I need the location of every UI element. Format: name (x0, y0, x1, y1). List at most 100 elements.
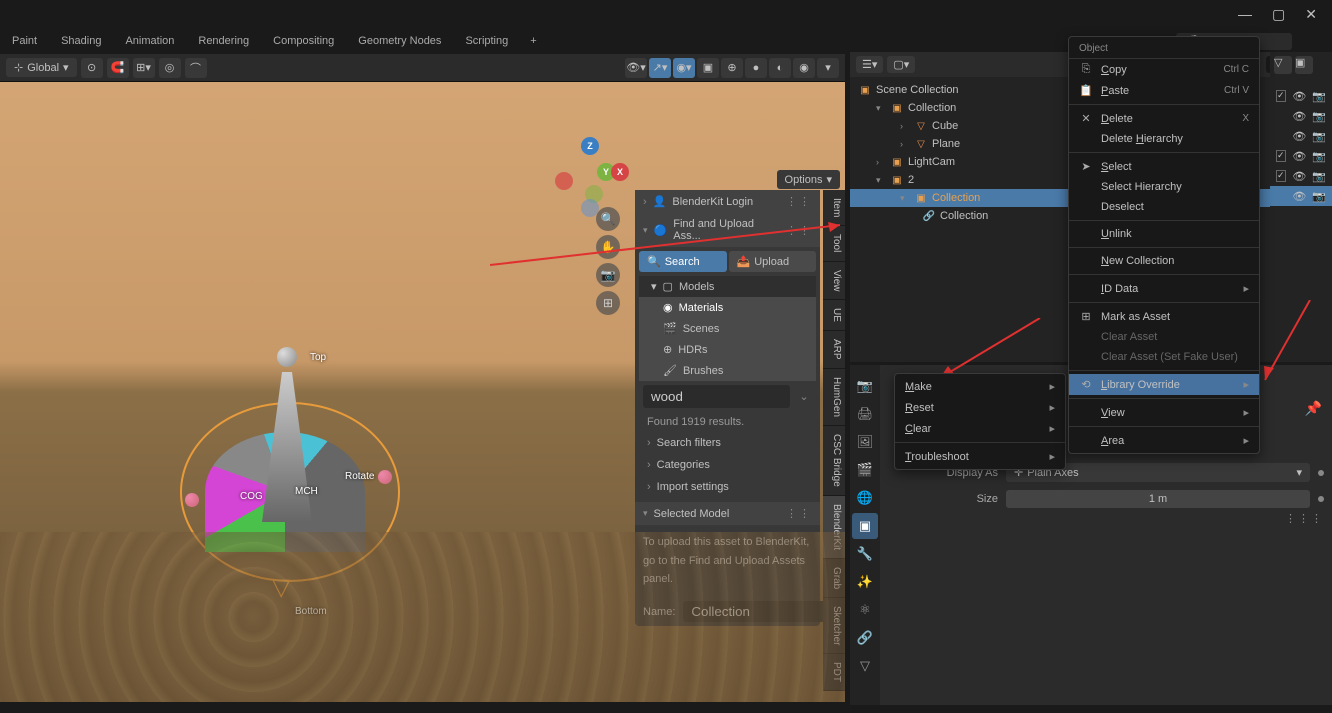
ntab-cscbridge[interactable]: CSC Bridge (823, 426, 845, 496)
size-input[interactable]: 1 m (1006, 490, 1310, 508)
submenu-make[interactable]: Make▸ (895, 376, 1065, 397)
visibility-toggle[interactable]: 👁▾ (625, 58, 647, 78)
name-input[interactable] (683, 601, 845, 622)
menu-library-override[interactable]: ⟲ Library Override▸ (1069, 374, 1259, 395)
search-filters-row[interactable]: Search filters (639, 432, 816, 454)
anim-dot[interactable] (1318, 496, 1324, 502)
ptab-render[interactable]: 📷 (852, 373, 878, 399)
camera-restrict-icon[interactable]: 📷 (1312, 150, 1326, 163)
ntab-view[interactable]: View (823, 262, 845, 301)
ntab-item[interactable]: Item (823, 190, 845, 226)
ptab-output[interactable]: 🖨 (852, 401, 878, 427)
window-close[interactable]: ✕ (1305, 6, 1317, 23)
eye-icon[interactable]: 👁 (1292, 110, 1306, 123)
menu-delete[interactable]: ✕ DeleteX (1069, 108, 1259, 129)
ntab-ue[interactable]: UE (823, 300, 845, 331)
window-minimize[interactable]: — (1238, 6, 1252, 23)
window-maximize[interactable]: ▢ (1272, 6, 1285, 23)
eye-icon[interactable]: 👁 (1292, 150, 1306, 163)
overlays-toggle[interactable]: ◉▾ (673, 58, 695, 78)
new-collection-icon[interactable]: ▣ (1295, 56, 1313, 74)
pin-icon[interactable]: 📌 (1305, 400, 1322, 417)
upload-button[interactable]: 📤Upload (729, 251, 817, 272)
panel-options-icon[interactable]: ⋮⋮⋮ (1285, 512, 1324, 525)
category-models[interactable]: ▾▢Models (639, 276, 816, 297)
tab-compositing[interactable]: Compositing (261, 31, 346, 51)
transform-orientation[interactable]: ⊹Global▾ (6, 58, 77, 77)
ntab-pdt[interactable]: PDT (823, 654, 845, 691)
zoom-icon[interactable]: 🔍 (596, 207, 620, 231)
ptab-viewlayer[interactable]: 🖼 (852, 429, 878, 455)
ptab-world[interactable]: 🌐 (852, 485, 878, 511)
outliner-display-mode[interactable]: ▢▾ (887, 56, 915, 73)
tab-rendering[interactable]: Rendering (186, 31, 261, 51)
category-scenes[interactable]: 🎬Scenes (639, 318, 816, 339)
gizmo-handle-left[interactable] (185, 493, 199, 507)
options-button[interactable]: Options▾ (777, 170, 840, 189)
category-hdrs[interactable]: ⊕HDRs (639, 339, 816, 360)
menu-id-data[interactable]: ID Data▸ (1069, 278, 1259, 299)
search-query-input[interactable] (643, 385, 790, 408)
camera-restrict-icon[interactable]: 📷 (1312, 190, 1326, 203)
ptab-particles[interactable]: ✨ (852, 569, 878, 595)
ptab-modifiers[interactable]: 🔧 (852, 541, 878, 567)
menu-select-hierarchy[interactable]: Select Hierarchy (1069, 177, 1259, 197)
ptab-data[interactable]: ▽ (852, 653, 878, 679)
gizmo-arrow-down[interactable]: ▽ (272, 573, 290, 602)
perspective-icon[interactable]: ⊞ (596, 291, 620, 315)
menu-mark-asset[interactable]: ⊞ Mark as Asset (1069, 306, 1259, 327)
tab-animation[interactable]: Animation (113, 31, 186, 51)
gizmo-toggle[interactable]: ↗▾ (649, 58, 671, 78)
menu-paste[interactable]: 📋 PasteCtrl V (1069, 80, 1259, 101)
ntab-grab[interactable]: Grab (823, 559, 845, 598)
restrict-checkbox[interactable] (1276, 150, 1286, 162)
gizmo-z-axis[interactable]: Z (581, 137, 599, 155)
camera-restrict-icon[interactable]: 📷 (1312, 110, 1326, 123)
ntab-humgen[interactable]: HumGen (823, 369, 845, 426)
eye-icon[interactable]: 👁 (1292, 190, 1306, 203)
shading-rendered[interactable]: ◉ (793, 58, 815, 78)
category-materials[interactable]: ◉Materials (639, 297, 816, 318)
restrict-checkbox[interactable] (1276, 90, 1286, 102)
snap-toggle[interactable]: 🧲 (107, 58, 129, 78)
pan-icon[interactable]: ✋ (596, 235, 620, 259)
xray-toggle[interactable]: ▣ (697, 58, 719, 78)
tab-paint[interactable]: Paint (0, 31, 49, 51)
chevron-down-icon[interactable]: ⌄ (794, 390, 814, 403)
import-settings-row[interactable]: Import settings (639, 476, 816, 498)
submenu-clear[interactable]: Clear▸ (895, 418, 1065, 439)
ntab-arp[interactable]: ARP (823, 331, 845, 369)
menu-select[interactable]: ➤ Select (1069, 156, 1259, 177)
gizmo-x-axis[interactable]: X (611, 163, 629, 181)
shading-material[interactable]: ◐ (769, 58, 791, 78)
menu-copy[interactable]: ⎘ CopyCtrl C (1069, 59, 1259, 80)
eye-icon[interactable]: 👁 (1292, 170, 1306, 183)
add-workspace-button[interactable]: + (520, 31, 546, 51)
shading-solid[interactable]: ● (745, 58, 767, 78)
gizmo-neg-x[interactable] (555, 172, 573, 190)
menu-new-collection[interactable]: New Collection (1069, 251, 1259, 271)
category-brushes[interactable]: 🖌Brushes (639, 360, 816, 381)
ptab-constraints[interactable]: 🔗 (852, 625, 878, 651)
ptab-object[interactable]: ▣ (852, 513, 878, 539)
eye-icon[interactable]: 👁 (1292, 130, 1306, 143)
tab-scripting[interactable]: Scripting (453, 31, 520, 51)
selected-model-header[interactable]: Selected Model⋮⋮ (635, 502, 820, 525)
snap-options[interactable]: ⊞▾ (133, 58, 155, 78)
submenu-reset[interactable]: Reset▸ (895, 397, 1065, 418)
ptab-scene[interactable]: 🎬 (852, 457, 878, 483)
menu-delete-hierarchy[interactable]: Delete Hierarchy (1069, 129, 1259, 149)
menu-area[interactable]: Area▸ (1069, 430, 1259, 451)
3d-viewport[interactable]: Z Y X 🔍 ✋ 📷 ⊞ Top Bottom COG MCH Rotate … (0, 82, 845, 702)
search-button[interactable]: 🔍Search (639, 251, 727, 272)
anim-dot[interactable] (1318, 470, 1324, 476)
blenderkit-login-header[interactable]: 👤BlenderKit Login⋮⋮ (635, 190, 820, 213)
eye-icon[interactable]: 👁 (1292, 90, 1306, 103)
ntab-tool[interactable]: Tool (823, 226, 845, 261)
proportional-falloff[interactable]: ⌒ (185, 58, 207, 78)
shading-wireframe[interactable]: ⊕ (721, 58, 743, 78)
outliner-editor-type[interactable]: ☰▾ (856, 56, 883, 73)
menu-view[interactable]: View▸ (1069, 402, 1259, 423)
orientation-gizmo[interactable]: Z Y X (555, 137, 625, 207)
pivot-point[interactable]: ⊙ (81, 58, 103, 78)
